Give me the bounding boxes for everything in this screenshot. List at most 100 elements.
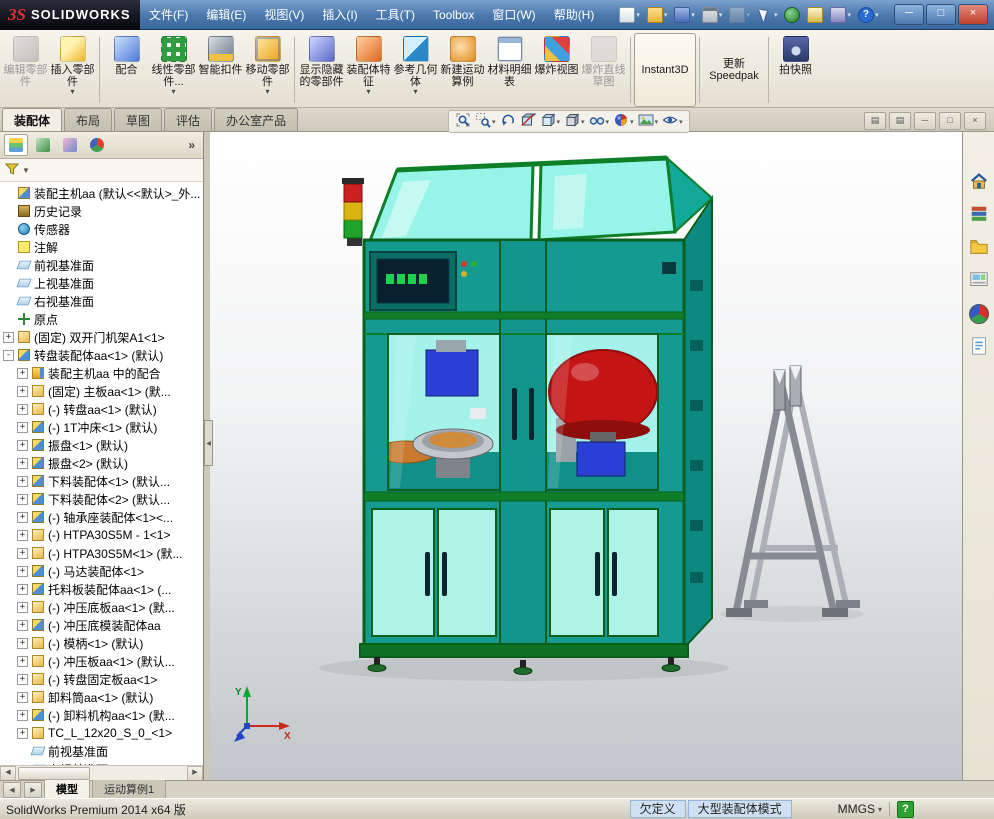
display-style-button[interactable]: ▾	[563, 111, 586, 132]
view-settings-button[interactable]: ▾	[661, 111, 684, 132]
edit-appearance-button[interactable]: ▾	[612, 111, 635, 132]
tree-item[interactable]: + (-) 卸料机构aa<1> (默...	[0, 706, 203, 724]
panel-overflow-button[interactable]: »	[184, 138, 199, 152]
menu-item[interactable]: 窗口(W)	[483, 0, 544, 30]
minimize-button[interactable]: ─	[894, 4, 924, 25]
tab-scroll-button[interactable]: ▶	[24, 781, 42, 798]
ribbon-take-snapshot[interactable]: 拍快照	[772, 33, 819, 107]
model-tab[interactable]: 模型	[44, 780, 90, 799]
menu-item[interactable]: 工具(T)	[367, 0, 424, 30]
tree-item[interactable]: 注解	[0, 238, 203, 256]
scrollbar-thumb[interactable]	[18, 766, 90, 780]
expand-toggle[interactable]: +	[17, 421, 28, 433]
model-tab[interactable]: 运动算例1	[92, 780, 167, 799]
tree-item[interactable]: 传感器	[0, 220, 203, 238]
ribbon-smart-fasteners[interactable]: 智能扣件	[197, 33, 244, 107]
expand-toggle[interactable]: +	[17, 403, 28, 415]
tree-item[interactable]: + (-) 冲压板aa<1> (默认...	[0, 652, 203, 670]
expand-toggle[interactable]: +	[17, 493, 28, 505]
open-button[interactable]: ▾	[645, 6, 670, 24]
featuremanager-tree-tab[interactable]	[4, 134, 28, 156]
tree-item[interactable]: + (-) 模柄<1> (默认)	[0, 634, 203, 652]
file-explorer-button[interactable]	[966, 236, 992, 260]
menu-item[interactable]: 视图(V)	[255, 0, 313, 30]
tree-item[interactable]: - 转盘装配体aa<1> (默认)	[0, 346, 203, 364]
ribbon-mate[interactable]: 配合	[103, 33, 150, 107]
apply-scene-button[interactable]: ▾	[637, 111, 660, 132]
configurationmanager-tab[interactable]	[58, 134, 82, 156]
expand-toggle[interactable]: +	[17, 637, 28, 649]
tree-item[interactable]: + 振盘<1> (默认)	[0, 436, 203, 454]
tree-item[interactable]: + (-) 冲压底模装配体aa	[0, 616, 203, 634]
select-button[interactable]: ▾	[755, 6, 780, 24]
tree-item[interactable]: + (固定) 主板aa<1> (默...	[0, 382, 203, 400]
expand-toggle[interactable]: +	[17, 583, 28, 595]
custom-properties-button[interactable]	[966, 335, 992, 359]
tree-item[interactable]: 前视基准面	[0, 742, 203, 760]
tree-item[interactable]: 原点	[0, 310, 203, 328]
tree-item[interactable]: + (-) HTPA30S5M<1> (默...	[0, 544, 203, 562]
ribbon-move-component[interactable]: 移动零部件 ▾	[244, 33, 291, 107]
quick-tips-icon[interactable]: ?	[897, 800, 914, 818]
expand-toggle[interactable]: +	[17, 619, 28, 631]
expand-toggle[interactable]: +	[17, 457, 28, 469]
ribbon-reference-geometry[interactable]: 参考几何体 ▾	[392, 33, 439, 107]
a-frame-stand[interactable]	[720, 365, 864, 622]
zoom-fit-button[interactable]	[454, 111, 472, 132]
tree-item[interactable]: + 托料板装配体aa<1> (...	[0, 580, 203, 598]
command-tab[interactable]: 办公室产品	[214, 108, 299, 131]
expand-toggle[interactable]: +	[17, 601, 28, 613]
expand-toggle[interactable]: +	[17, 565, 28, 577]
tree-horizontal-scrollbar[interactable]: ◀ ▶	[0, 765, 203, 781]
menu-item[interactable]: 编辑(E)	[197, 0, 255, 30]
appearances-scenes-button[interactable]	[966, 302, 992, 326]
expand-toggle[interactable]: +	[17, 691, 28, 703]
close-button[interactable]: ×	[958, 4, 988, 25]
pane-right-button[interactable]: ▤	[889, 112, 911, 130]
ribbon-button[interactable]: Instant3D	[634, 33, 696, 107]
expand-toggle[interactable]: +	[17, 367, 28, 379]
solidworks-resources-button[interactable]	[966, 170, 992, 194]
hide-show-items-button[interactable]: ▾	[588, 111, 611, 132]
tree-item[interactable]: 前视基准面	[0, 256, 203, 274]
machine-model[interactable]	[319, 155, 729, 681]
doc-close-button[interactable]: ×	[964, 112, 986, 130]
tree-item[interactable]: + (-) HTPA30S5M - 1<1>	[0, 526, 203, 544]
file-properties-button[interactable]	[805, 6, 825, 24]
ribbon-insert-components[interactable]: 插入零部件 ▾	[49, 33, 96, 107]
expand-toggle[interactable]: -	[3, 349, 14, 361]
ribbon-edit-component[interactable]: 编辑零部件	[2, 33, 49, 107]
expand-toggle[interactable]: +	[3, 331, 14, 343]
maximize-button[interactable]: □	[926, 4, 956, 25]
filter-icon[interactable]	[4, 162, 20, 179]
zoom-area-button[interactable]: ▾	[474, 111, 497, 132]
tree-item[interactable]: + 装配主机aa 中的配合	[0, 364, 203, 382]
previous-view-button[interactable]	[499, 111, 517, 132]
tree-item[interactable]: + (-) 马达装配体<1>	[0, 562, 203, 580]
ribbon-exploded-view[interactable]: 爆炸视图	[533, 33, 580, 107]
command-tab[interactable]: 布局	[64, 108, 113, 131]
command-tab[interactable]: 草图	[114, 108, 163, 131]
units-selector[interactable]: MMGS ▾	[838, 802, 882, 816]
tree-item[interactable]: + 卸料筒aa<1> (默认)	[0, 688, 203, 706]
model-view[interactable]: Y X	[210, 132, 962, 780]
view-palette-button[interactable]	[966, 269, 992, 293]
new-document-button[interactable]: ▾	[617, 6, 642, 24]
tree-item[interactable]: + (-) 冲压底板aa<1> (默...	[0, 598, 203, 616]
tree-item[interactable]: + (-) 轴承座装配体<1><...	[0, 508, 203, 526]
expand-toggle[interactable]: +	[17, 439, 28, 451]
scroll-right-icon[interactable]: ▶	[187, 765, 203, 781]
save-button[interactable]: ▾	[672, 6, 697, 24]
expand-toggle[interactable]: +	[17, 475, 28, 487]
view-orientation-button[interactable]: ▾	[539, 111, 562, 132]
ribbon-show-hidden-components[interactable]: 显示隐藏的零部件	[298, 33, 345, 107]
tree-item[interactable]: + 振盘<2> (默认)	[0, 454, 203, 472]
ribbon-bill-of-materials[interactable]: 材料明细表	[486, 33, 533, 107]
expand-toggle[interactable]: +	[17, 511, 28, 523]
ribbon-assembly-features[interactable]: 装配体特征 ▾	[345, 33, 392, 107]
tree-item[interactable]: 上视基准面	[0, 274, 203, 292]
ribbon-explode-line-sketch[interactable]: 爆炸直线草图	[580, 33, 627, 107]
expand-toggle[interactable]: +	[17, 655, 28, 667]
expand-toggle[interactable]: +	[17, 547, 28, 559]
panel-collapse-button[interactable]: ◀	[204, 420, 213, 466]
